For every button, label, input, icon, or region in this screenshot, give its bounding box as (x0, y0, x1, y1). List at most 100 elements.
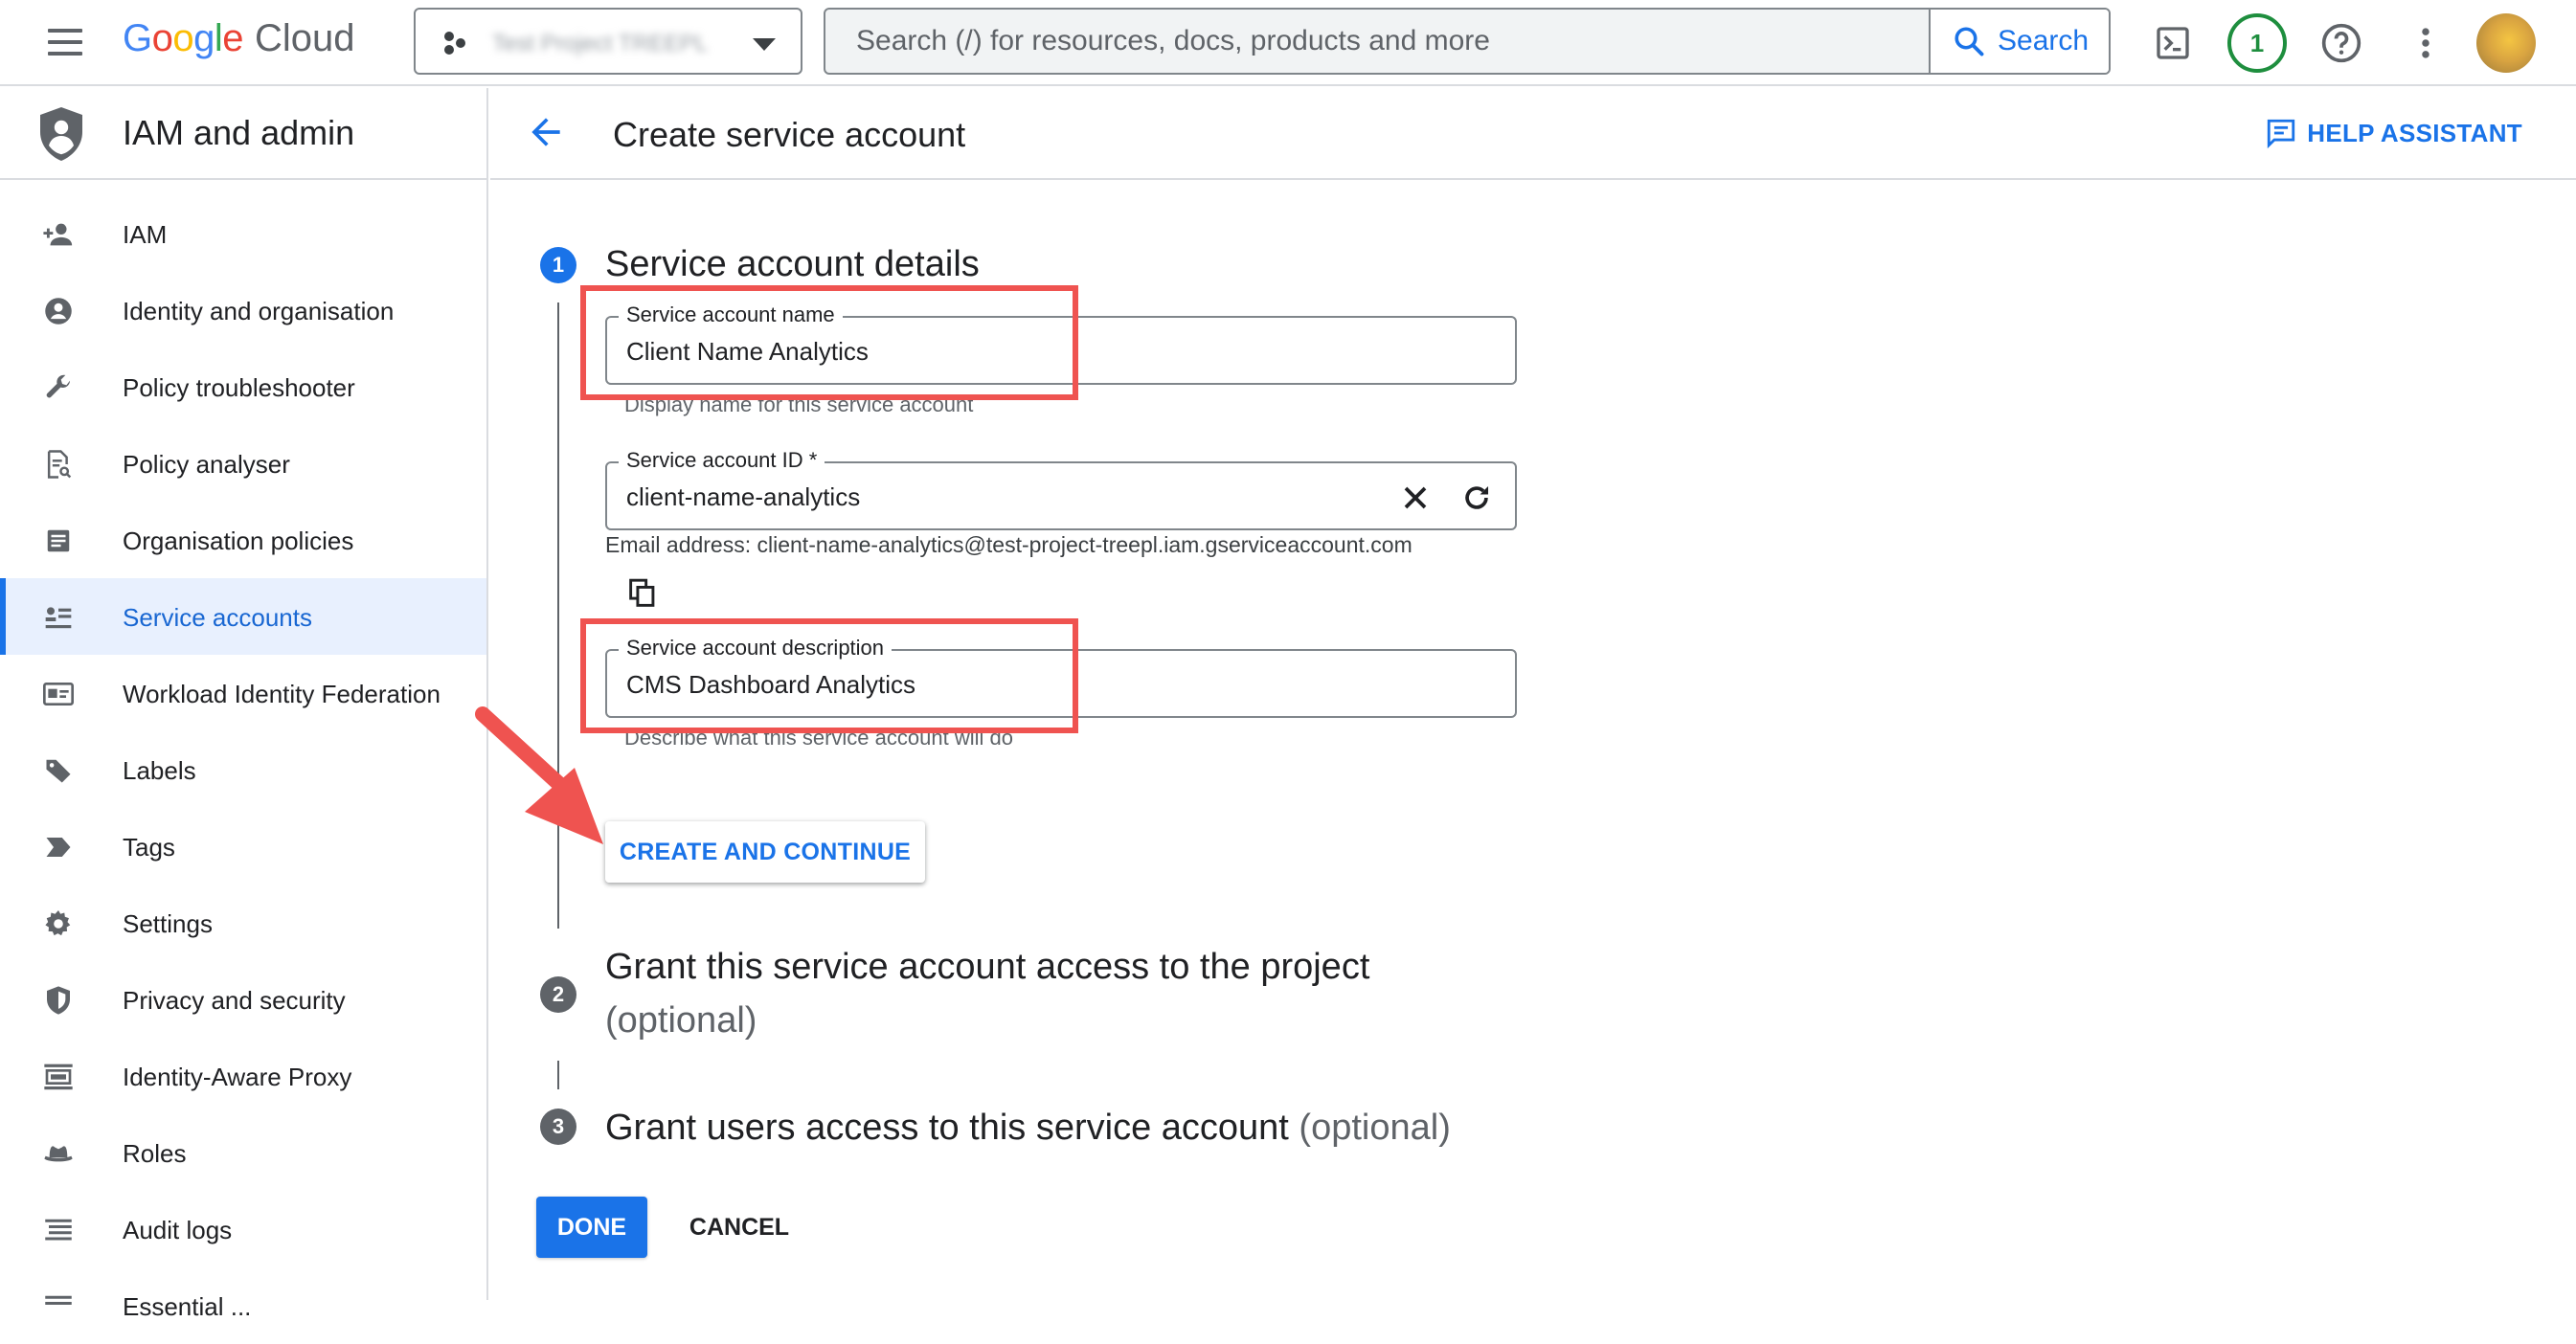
sidebar-header: IAM and admin (0, 88, 486, 180)
tag-icon (42, 831, 75, 863)
step-2-badge: 2 (540, 976, 576, 1013)
google-wordmark: Google (123, 17, 244, 59)
sidebar-item-label: Identity-Aware Proxy (123, 1063, 352, 1091)
optional-label: (optional) (1299, 1108, 1451, 1148)
cloud-shell-icon[interactable] (2147, 17, 2199, 69)
shield-icon (42, 984, 75, 1017)
refresh-icon[interactable] (1459, 481, 1494, 515)
search-button[interactable]: Search (1929, 10, 2109, 73)
step-3-title[interactable]: Grant users access to this service accou… (605, 1101, 1659, 1154)
sidebar: IAM and admin IAM Identity and organisat… (0, 88, 488, 1321)
field-label: Service account description (619, 636, 893, 661)
sidebar-item-label: Policy analyser (123, 450, 290, 479)
help-icon[interactable] (2316, 17, 2367, 69)
list-icon (42, 1214, 75, 1246)
account-circle-icon (42, 295, 75, 327)
description-hint: Describe what this service account will … (624, 726, 1013, 750)
chevron-down-icon (753, 38, 776, 51)
step-3-badge: 3 (540, 1109, 576, 1145)
sidebar-item-identity-organisation[interactable]: Identity and organisation (0, 272, 486, 348)
sidebar-item-tags[interactable]: Tags (0, 808, 486, 885)
create-and-continue-button[interactable]: CREATE AND CONTINUE (605, 821, 925, 883)
back-arrow-icon[interactable] (525, 111, 567, 153)
top-bar: Google Cloud Test Project TREEPL Search … (0, 0, 2576, 86)
project-picker[interactable]: Test Project TREEPL (414, 8, 802, 75)
sidebar-item-essential[interactable]: Essential ... (0, 1267, 486, 1344)
service-account-name-field[interactable]: Service account name Client Name Analyti… (605, 302, 1517, 385)
sidebar-item-label: Organisation policies (123, 526, 354, 555)
cancel-button[interactable]: CANCEL (680, 1197, 799, 1258)
pointer-arrow-icon (475, 706, 603, 844)
field-value: client-name-analytics (626, 482, 861, 511)
optional-label: (optional) (605, 1000, 757, 1041)
done-button[interactable]: DONE (536, 1197, 647, 1258)
field-label: Service account name (619, 302, 843, 327)
wrench-icon (42, 371, 75, 404)
more-icon (42, 1290, 75, 1323)
main-menu-icon[interactable] (42, 25, 88, 61)
person-add-icon (42, 218, 75, 251)
chat-icon (2268, 119, 2295, 149)
id-card-icon (42, 678, 75, 710)
field-value: Client Name Analytics (626, 337, 869, 366)
policy-document-icon (42, 525, 75, 557)
sidebar-item-label: Tags (123, 833, 175, 862)
hat-icon (42, 1137, 75, 1170)
sidebar-item-identity-aware-proxy[interactable]: Identity-Aware Proxy (0, 1038, 486, 1114)
sidebar-item-label: Policy troubleshooter (123, 373, 355, 402)
sidebar-nav: IAM Identity and organisation Policy tro… (0, 195, 486, 1344)
document-search-icon (42, 448, 75, 481)
sidebar-item-labels[interactable]: Labels (0, 731, 486, 808)
search-button-label: Search (1998, 25, 2090, 56)
sidebar-item-privacy-security[interactable]: Privacy and security (0, 961, 486, 1038)
avatar[interactable] (2476, 13, 2536, 73)
page-title: Create service account (613, 115, 966, 154)
sidebar-item-label: Identity and organisation (123, 297, 395, 325)
clear-icon[interactable] (1398, 481, 1433, 515)
service-account-id-field[interactable]: Service account ID * client-name-analyti… (605, 448, 1517, 530)
sidebar-item-iam[interactable]: IAM (0, 195, 486, 272)
sidebar-item-roles[interactable]: Roles (0, 1114, 486, 1191)
sidebar-title: IAM and admin (123, 113, 355, 152)
sidebar-item-policy-troubleshooter[interactable]: Policy troubleshooter (0, 348, 486, 425)
more-vert-icon[interactable] (2400, 17, 2452, 69)
search-input[interactable] (825, 10, 1927, 73)
project-name: Test Project TREEPL (492, 31, 708, 56)
search-bar: Search (824, 8, 2111, 75)
sidebar-item-label: Essential ... (123, 1292, 252, 1321)
copy-icon[interactable] (628, 578, 657, 609)
page-header: Create service account HELP ASSISTANT (490, 88, 2576, 180)
label-icon (42, 754, 75, 787)
notifications-badge[interactable]: 1 (2227, 13, 2287, 73)
step-2-title[interactable]: Grant this service account access to the… (605, 940, 1563, 1047)
google-cloud-logo[interactable]: Google Cloud (123, 17, 355, 67)
sidebar-item-workload-identity-federation[interactable]: Workload Identity Federation (0, 655, 486, 731)
sidebar-item-audit-logs[interactable]: Audit logs (0, 1191, 486, 1267)
step-1-badge: 1 (540, 247, 576, 283)
sidebar-item-label: Audit logs (123, 1216, 233, 1244)
sidebar-item-settings[interactable]: Settings (0, 885, 486, 961)
sidebar-item-label: Privacy and security (123, 986, 346, 1015)
email-address-text: Email address: client-name-analytics@tes… (605, 532, 1412, 557)
sidebar-item-label: Service accounts (123, 603, 312, 632)
sidebar-item-organisation-policies[interactable]: Organisation policies (0, 502, 486, 578)
step-2-connector (557, 1061, 559, 1089)
name-hint: Display name for this service account (624, 392, 974, 416)
step-title-text: Service account details (605, 244, 980, 284)
help-assistant-button[interactable]: HELP ASSISTANT (2265, 117, 2522, 149)
search-icon (1955, 27, 1984, 56)
service-account-description-field[interactable]: Service account description CMS Dashboar… (605, 636, 1517, 718)
sidebar-item-label: Labels (123, 756, 196, 785)
service-account-icon (42, 601, 75, 634)
field-label: Service account ID * (619, 448, 825, 473)
sidebar-item-service-accounts[interactable]: Service accounts (0, 578, 486, 655)
step-title-text: Grant users access to this service accou… (605, 1108, 1289, 1148)
sidebar-item-label: Settings (123, 909, 213, 938)
help-assistant-label: HELP ASSISTANT (2307, 118, 2522, 147)
sidebar-item-policy-analyser[interactable]: Policy analyser (0, 425, 486, 502)
step-title-text: Grant this service account access to the… (605, 947, 1370, 987)
sidebar-item-label: Workload Identity Federation (123, 680, 441, 708)
step-1-connector (557, 302, 559, 929)
sidebar-item-label: IAM (123, 220, 168, 249)
project-dots-icon (444, 32, 465, 55)
